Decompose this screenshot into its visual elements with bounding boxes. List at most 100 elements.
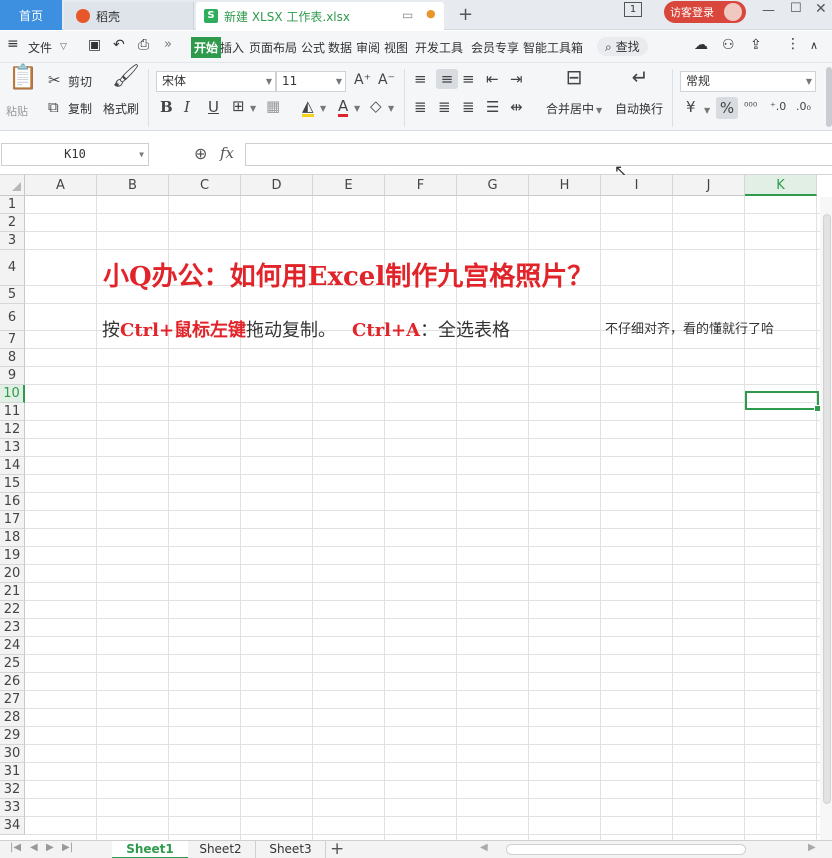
row-header-33[interactable]: 33: [0, 799, 25, 817]
save-icon[interactable]: ▣: [88, 37, 101, 53]
column-header-b[interactable]: B: [97, 175, 169, 196]
monitor-icon[interactable]: ▭: [402, 8, 413, 22]
row-header-24[interactable]: 24: [0, 637, 25, 655]
collapse-ribbon-icon[interactable]: ∧: [810, 39, 818, 52]
selected-cell-k10[interactable]: [745, 391, 821, 412]
column-header-f[interactable]: F: [385, 175, 457, 196]
align-right-icon[interactable]: ≣: [462, 99, 475, 115]
hamburger-icon[interactable]: ≡: [7, 36, 19, 52]
row-header-10[interactable]: 10: [0, 385, 25, 403]
chevron-down-icon[interactable]: ▼: [250, 101, 256, 117]
row-header-21[interactable]: 21: [0, 583, 25, 601]
menu-file[interactable]: 文件: [28, 39, 52, 56]
cut-button[interactable]: 剪切: [68, 73, 92, 90]
number-format-select[interactable]: 常规 ▼: [680, 71, 816, 92]
row-header-30[interactable]: 30: [0, 745, 25, 763]
vertical-scroll-thumb[interactable]: [823, 214, 831, 804]
wrap-text-button[interactable]: 自动换行: [615, 100, 663, 117]
font-name-select[interactable]: 宋体 ▼: [156, 71, 276, 92]
minimize-icon[interactable]: —: [762, 3, 775, 18]
align-middle-icon[interactable]: ≡: [436, 69, 458, 89]
last-sheet-icon[interactable]: ▶|: [62, 842, 73, 853]
menu-smart-toolbox[interactable]: 智能工具箱: [523, 39, 583, 56]
row-header-1[interactable]: 1: [0, 196, 25, 214]
chevron-down-icon[interactable]: ▼: [354, 101, 360, 117]
bold-icon[interactable]: B: [160, 99, 173, 115]
row-header-25[interactable]: 25: [0, 655, 25, 673]
horizontal-scroll-thumb[interactable]: [506, 844, 746, 855]
increase-decimal-icon[interactable]: ⁺.0: [770, 99, 786, 115]
row-header-3[interactable]: 3: [0, 232, 25, 250]
row-header-8[interactable]: 8: [0, 349, 25, 367]
worksheet-grid[interactable]: ABCDEFGHIJK 1 2 3 4 5 6 7 8 9 10 11 12 13 14 15 16 17 18 1…: [0, 175, 832, 840]
indent-increase-icon[interactable]: ⇥: [510, 71, 523, 87]
distribute-icon[interactable]: ⇹: [510, 99, 523, 115]
row-header-20[interactable]: 20: [0, 565, 25, 583]
menu-formula[interactable]: 公式: [301, 39, 325, 56]
hscroll-right-icon[interactable]: ▶: [808, 842, 816, 853]
column-header-a[interactable]: A: [25, 175, 97, 196]
menu-developer[interactable]: 开发工具: [415, 39, 463, 56]
row-header-32[interactable]: 32: [0, 781, 25, 799]
tab-home[interactable]: 首页: [0, 0, 62, 30]
row-header-26[interactable]: 26: [0, 673, 25, 691]
menu-data[interactable]: 数据: [328, 39, 352, 56]
column-header-c[interactable]: C: [169, 175, 241, 196]
paste-button[interactable]: 粘贴: [6, 103, 28, 119]
decrease-font-icon[interactable]: A⁻: [378, 72, 395, 88]
menu-home[interactable]: 开始: [191, 37, 222, 58]
guest-login-button[interactable]: 访客登录: [664, 1, 746, 23]
fill-color-icon[interactable]: ◭: [302, 98, 314, 117]
row-header-31[interactable]: 31: [0, 763, 25, 781]
function-icon[interactable]: fx: [220, 144, 234, 162]
row-header-14[interactable]: 14: [0, 457, 25, 475]
row-header-17[interactable]: 17: [0, 511, 25, 529]
chevron-down-icon[interactable]: ▼: [320, 101, 326, 117]
row-header-18[interactable]: 18: [0, 529, 25, 547]
menu-member[interactable]: 会员专享: [471, 39, 519, 56]
row-header-16[interactable]: 16: [0, 493, 25, 511]
add-sheet-icon[interactable]: +: [330, 839, 344, 858]
tab-docer[interactable]: 稻壳: [64, 2, 194, 30]
menu-view[interactable]: 视图: [384, 39, 408, 56]
chevron-down-icon[interactable]: ▼: [388, 101, 394, 117]
name-box[interactable]: K10 ▼: [1, 143, 149, 166]
increase-font-icon[interactable]: A⁺: [354, 72, 371, 88]
percent-icon[interactable]: %: [716, 97, 738, 119]
hscroll-left-icon[interactable]: ◀: [480, 842, 488, 853]
align-top-icon[interactable]: ≡: [414, 71, 427, 87]
menu-review[interactable]: 审阅: [356, 39, 380, 56]
row-header-7[interactable]: 7: [0, 331, 25, 349]
format-painter-button[interactable]: 格式刷: [103, 100, 139, 117]
italic-icon[interactable]: I: [184, 99, 190, 115]
row-header-13[interactable]: 13: [0, 439, 25, 457]
row-header-6[interactable]: 6: [0, 304, 25, 331]
sheet-tab-3[interactable]: Sheet3: [256, 841, 326, 858]
border-icon[interactable]: ⊞: [232, 98, 245, 114]
page-badge[interactable]: 1: [624, 2, 642, 17]
menu-page-layout[interactable]: 页面布局: [249, 39, 297, 56]
row-header-28[interactable]: 28: [0, 709, 25, 727]
column-header-i[interactable]: I: [601, 175, 673, 196]
paste-icon[interactable]: 📋: [8, 65, 38, 89]
prev-sheet-icon[interactable]: ◀: [30, 842, 38, 853]
currency-icon[interactable]: ¥: [686, 99, 696, 115]
collaborate-icon[interactable]: ⚇: [722, 37, 735, 53]
row-header-5[interactable]: 5: [0, 286, 25, 304]
row-header-19[interactable]: 19: [0, 547, 25, 565]
column-header-h[interactable]: H: [529, 175, 601, 196]
more-arrows-icon[interactable]: »: [164, 37, 172, 52]
underline-icon[interactable]: U: [208, 99, 219, 115]
thousands-separator-icon[interactable]: ⁰⁰⁰: [744, 99, 757, 115]
next-sheet-icon[interactable]: ▶: [46, 842, 54, 853]
decrease-decimal-icon[interactable]: .0₀: [796, 99, 811, 115]
font-size-select[interactable]: 11 ▼: [276, 71, 346, 92]
eraser-icon[interactable]: ◇: [370, 98, 382, 114]
cloud-icon[interactable]: ☁: [694, 37, 708, 53]
row-header-15[interactable]: 15: [0, 475, 25, 493]
indent-decrease-icon[interactable]: ⇤: [486, 71, 499, 87]
column-header-g[interactable]: G: [457, 175, 529, 196]
new-tab-icon[interactable]: +: [458, 4, 473, 25]
align-left-icon[interactable]: ≣: [414, 99, 427, 115]
zoom-icon[interactable]: ⊕: [194, 144, 207, 163]
